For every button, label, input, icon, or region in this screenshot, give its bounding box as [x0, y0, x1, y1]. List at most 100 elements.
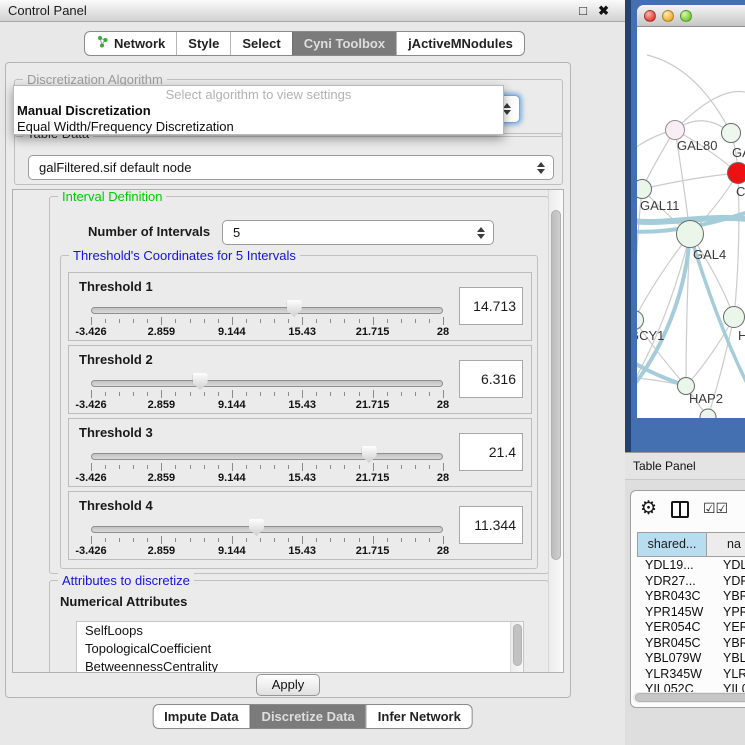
table-data-combobox[interactable]: galFiltered.sif default node — [28, 155, 554, 180]
network-svg: GAL80GACGAL11GAL4GCY1HHAP2 — [637, 27, 745, 418]
popup-hint: Select algorithm to view settings — [14, 87, 503, 103]
gear-icon[interactable]: ⚙ — [640, 497, 657, 520]
table-row[interactable]: YER054CYER0 — [637, 620, 745, 636]
numerical-attributes-list[interactable]: SelfLoopsTopologicalCoefficientBetweenne… — [76, 621, 524, 673]
slider-track[interactable] — [91, 307, 443, 314]
horizontal-scrollbar-thumb[interactable] — [635, 693, 745, 702]
table-row[interactable]: YDL19...YDL1 — [637, 558, 745, 574]
threshold-value-input[interactable]: 14.713 — [459, 287, 523, 325]
table-row[interactable]: YDR27...YDR2 — [637, 574, 745, 590]
table-row[interactable]: YBR045CYBR0 — [637, 636, 745, 652]
threshold-panel: Threshold 4-3.4262.8599.14415.4321.71528… — [68, 491, 532, 560]
algorithm-dropdown-popup: Select algorithm to view settingsManual … — [13, 85, 504, 135]
checkbox-icons[interactable]: ☑☑ — [703, 500, 728, 517]
minimize-button-yellow[interactable] — [662, 10, 674, 22]
network-node[interactable] — [722, 124, 741, 143]
slider-thumb[interactable] — [287, 300, 302, 317]
number-of-intervals-combobox[interactable]: 5 — [222, 220, 494, 245]
list-scrollbar[interactable] — [510, 622, 523, 673]
threshold-value-input[interactable]: 11.344 — [459, 506, 523, 544]
popup-option[interactable]: Equal Width/Frequency Discretization — [14, 119, 503, 135]
tab-infer-network[interactable]: Infer Network — [366, 705, 472, 728]
tab-label: jActiveMNodules — [408, 32, 513, 55]
table-data-group: Table Data galFiltered.sif default node — [14, 133, 563, 185]
threshold-label: Threshold 3 — [79, 425, 153, 440]
table-header: shared... na — [637, 532, 745, 557]
control-panel: Control Panel □ ✖ Network Style Select Cyni… — [0, 0, 625, 745]
group-title: Threshold's Coordinates for 5 Intervals — [69, 248, 300, 263]
apply-button[interactable]: Apply — [256, 674, 320, 696]
tab-label: Infer Network — [378, 705, 461, 728]
list-item[interactable]: SelfLoops — [77, 622, 523, 640]
control-panel-titlebar: Control Panel □ ✖ — [0, 0, 625, 22]
number-of-intervals-value: 5 — [233, 221, 240, 244]
combo-stepper-icon — [477, 227, 485, 239]
list-item[interactable]: BetweennessCentrality — [77, 658, 523, 673]
column-header-name[interactable]: na — [707, 533, 745, 556]
list-scrollbar-thumb[interactable] — [513, 624, 522, 666]
tab-network[interactable]: Network — [85, 32, 176, 55]
slider-thumb[interactable] — [249, 519, 264, 536]
slider-thumb[interactable] — [362, 446, 377, 463]
node-label: GA — [732, 145, 745, 160]
column-header-shared[interactable]: shared... — [637, 533, 707, 556]
table-row[interactable]: YLR345WYLR3 — [637, 667, 745, 683]
combo-stepper-icon — [537, 162, 545, 174]
vertical-scrollbar[interactable] — [548, 190, 563, 672]
panel-title: Control Panel — [8, 0, 87, 21]
network-node[interactable] — [666, 121, 685, 140]
tab-label: Style — [188, 32, 219, 55]
cyni-toolbox-content: Discretization Algorithm Table Data galF… — [5, 62, 571, 698]
slider-track[interactable] — [91, 380, 443, 387]
slider-track[interactable] — [91, 453, 443, 460]
tab-label: Discretize Data — [262, 705, 355, 728]
threshold-panel: Threshold 1-3.4262.8599.14415.4321.71528… — [68, 272, 532, 341]
network-canvas[interactable]: GAL80GACGAL11GAL4GCY1HHAP2 — [637, 27, 745, 418]
list-item[interactable]: TopologicalCoefficient — [77, 640, 523, 658]
table-row[interactable]: YBR043CYBR0 — [637, 589, 745, 605]
tab-select[interactable]: Select — [230, 32, 291, 55]
horizontal-scrollbar[interactable] — [633, 692, 745, 703]
node-label: GAL80 — [677, 138, 717, 153]
threshold-value-input[interactable]: 21.4 — [459, 433, 523, 471]
combo-stepper-icon — [503, 103, 511, 115]
threshold-value-input[interactable]: 6.316 — [459, 360, 523, 398]
slider-ticks — [91, 317, 443, 326]
slider-ticks — [91, 536, 443, 545]
slider-ticks — [91, 390, 443, 399]
tab-label: Select — [242, 32, 280, 55]
table-row[interactable]: YBL079WYBL0 — [637, 651, 745, 667]
network-node[interactable] — [637, 311, 644, 330]
table-row[interactable]: YPR145WYPR1 — [637, 605, 745, 621]
network-icon — [96, 32, 109, 55]
tab-impute-data[interactable]: Impute Data — [153, 705, 249, 728]
zoom-button-green[interactable] — [680, 10, 692, 22]
tab-label: Network — [114, 32, 165, 55]
slider-track[interactable] — [91, 526, 443, 533]
table-rows: YDL19...YDL1YDR27...YDR2YBR043CYBR0YPR14… — [637, 558, 745, 707]
tab-style[interactable]: Style — [176, 32, 230, 55]
close-button-red[interactable] — [644, 10, 656, 22]
slider-thumb[interactable] — [193, 373, 208, 390]
slider-tick-labels: -3.4262.8599.14415.4321.71528 — [91, 545, 443, 557]
tab-label: Cyni Toolbox — [304, 32, 385, 55]
network-node[interactable] — [724, 307, 745, 328]
number-of-intervals-label: Number of Intervals — [88, 224, 210, 239]
tab-jactivemnodules[interactable]: jActiveMNodules — [396, 32, 524, 55]
tab-discretize-data[interactable]: Discretize Data — [250, 705, 366, 728]
split-columns-icon[interactable] — [671, 501, 689, 518]
popup-option[interactable]: Manual Discretization — [14, 103, 503, 119]
network-window-titlebar[interactable] — [637, 5, 745, 27]
threshold-label: Threshold 2 — [79, 352, 153, 367]
network-node[interactable] — [637, 180, 652, 199]
network-edge — [647, 55, 731, 133]
group-title: Attributes to discretize — [58, 573, 194, 588]
threshold-panel: Threshold 2-3.4262.8599.14415.4321.71528… — [68, 345, 532, 414]
network-node[interactable] — [677, 221, 704, 248]
tab-cyni-toolbox[interactable]: Cyni Toolbox — [292, 32, 396, 55]
network-node[interactable] — [728, 163, 745, 184]
float-window-icon[interactable]: □ — [579, 0, 587, 21]
table-panel-title: Table Panel — [633, 453, 696, 480]
vertical-scrollbar-thumb[interactable] — [551, 210, 561, 560]
close-icon[interactable]: ✖ — [598, 0, 609, 21]
